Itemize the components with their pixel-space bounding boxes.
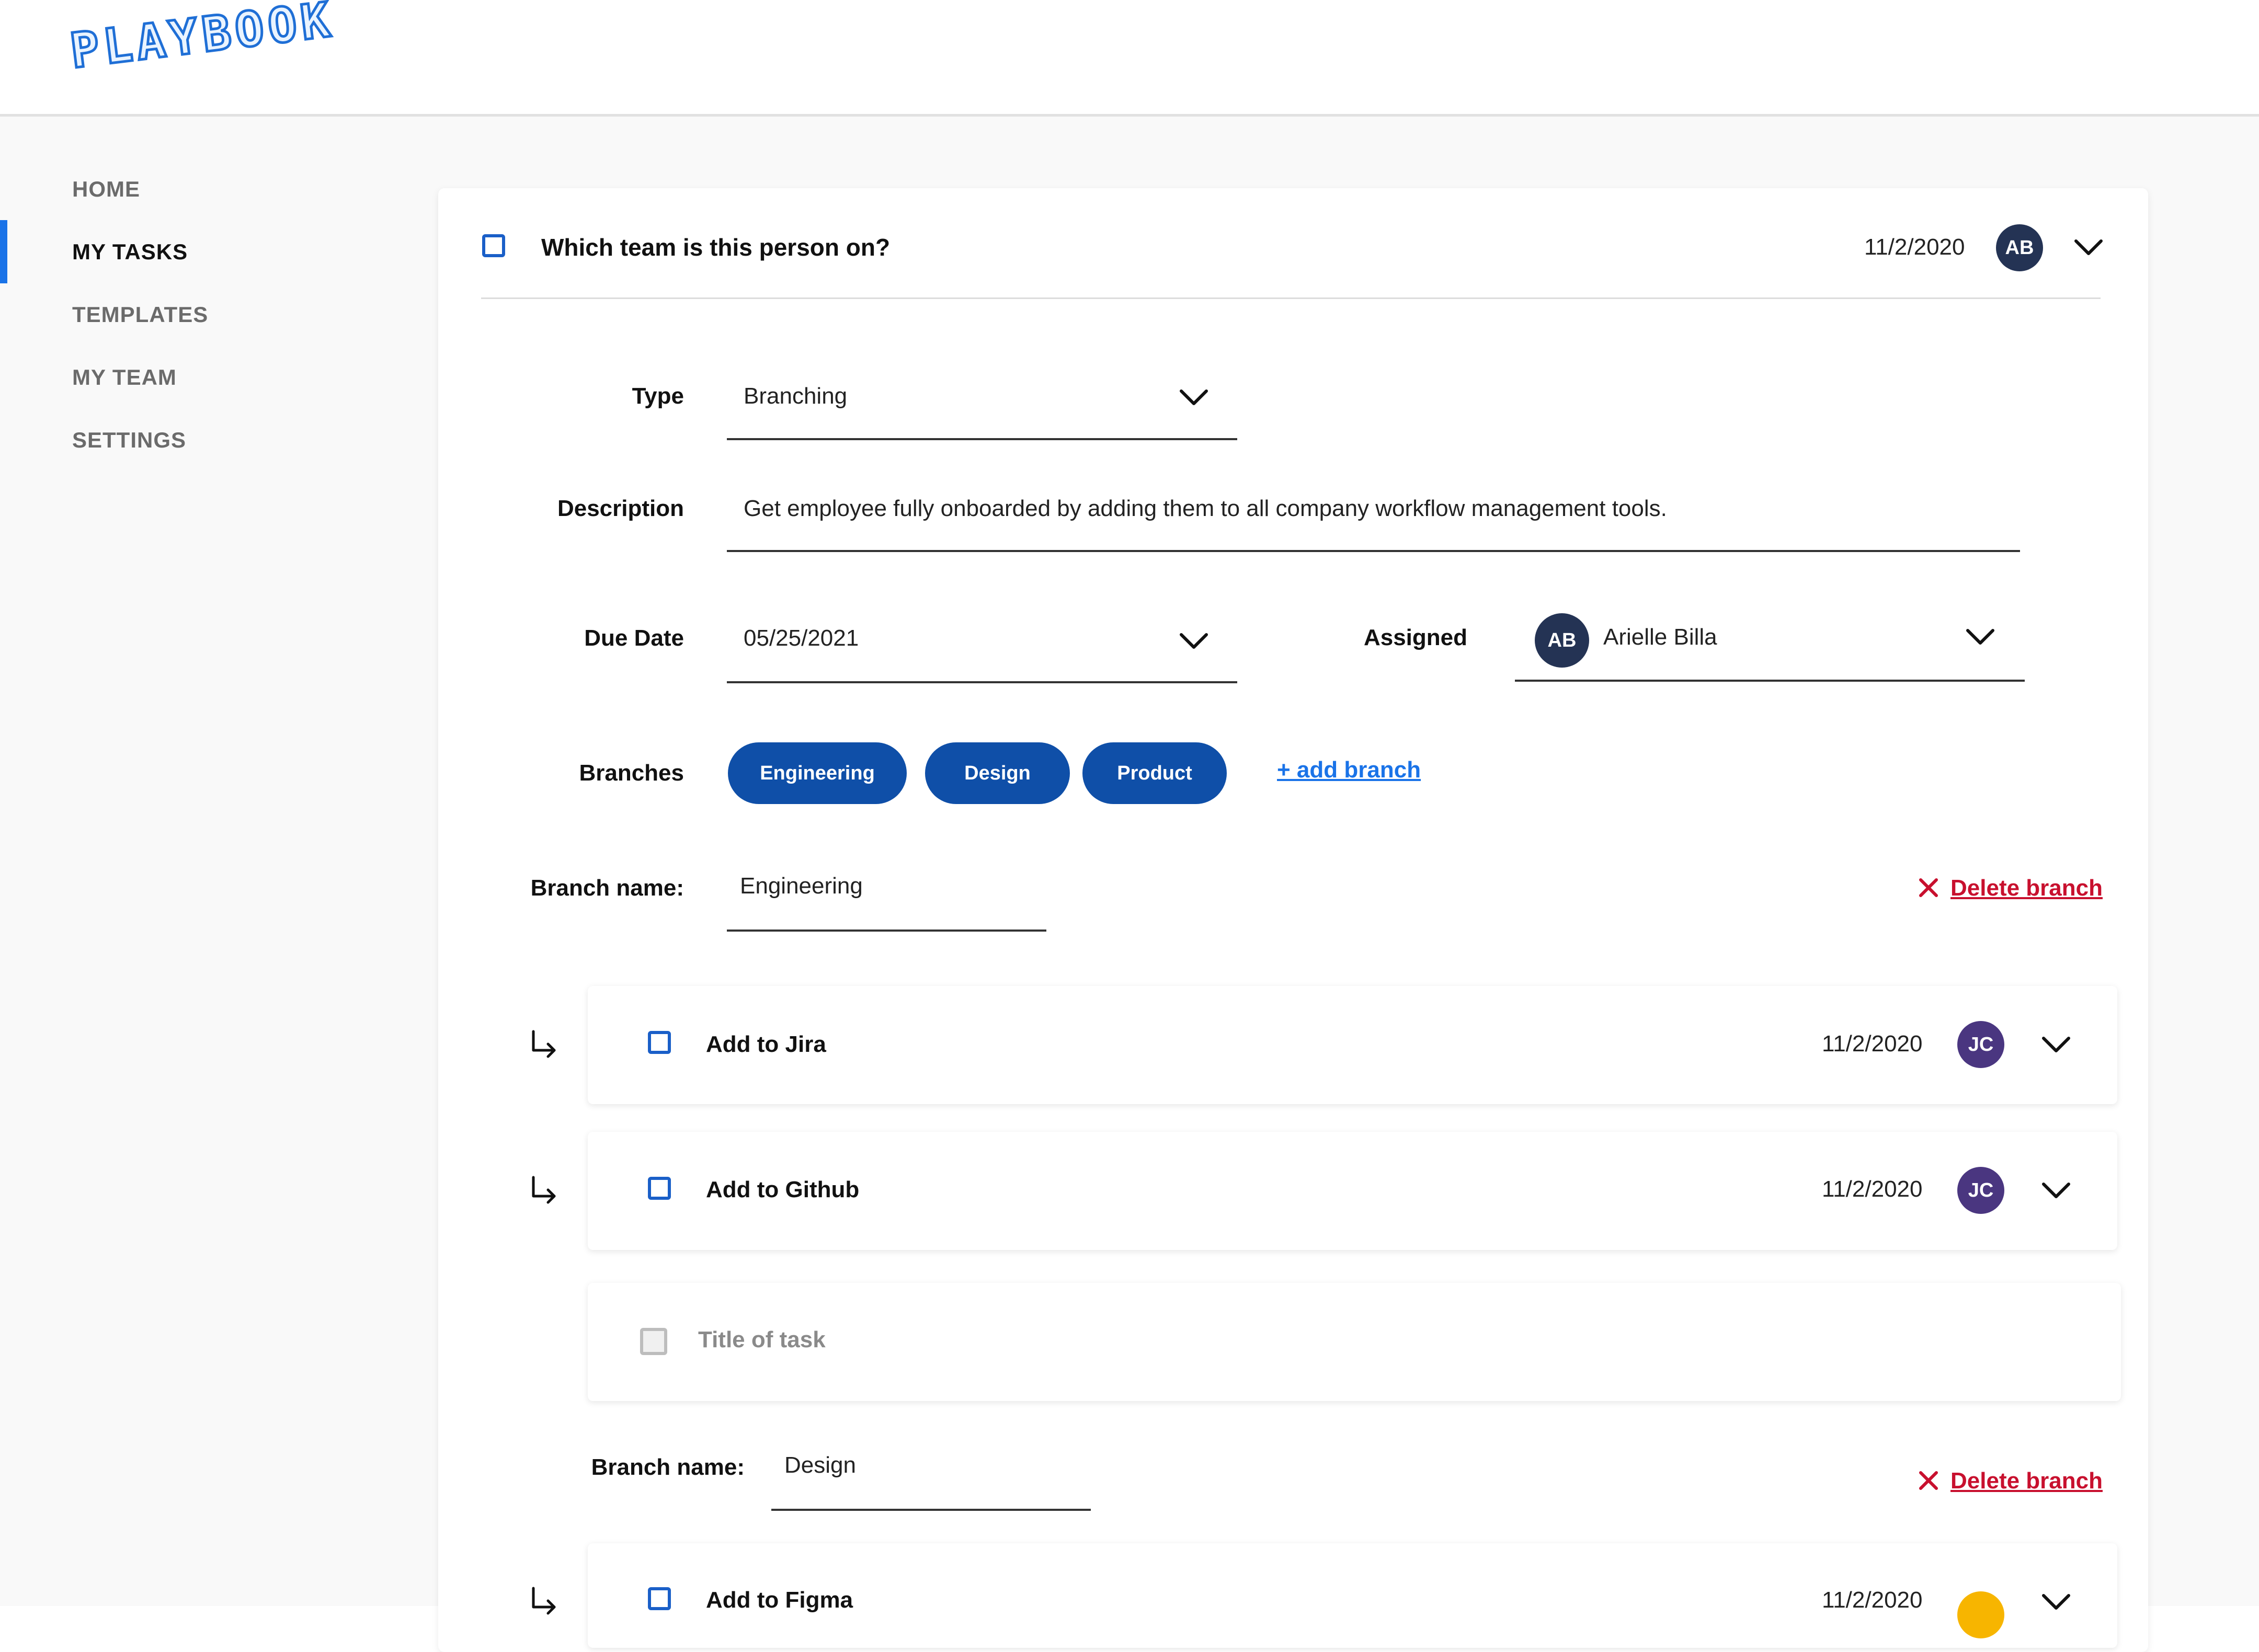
- description-underline: [727, 550, 2020, 552]
- branch-name-label: Branch name:: [591, 1454, 745, 1480]
- sidebar-item-home[interactable]: HOME: [72, 177, 140, 202]
- delete-branch-close-icon[interactable]: [1918, 1470, 1939, 1491]
- type-chevron-down-icon[interactable]: [1178, 387, 1210, 408]
- assigned-name[interactable]: Arielle Billa: [1603, 624, 1717, 650]
- task-title: Which team is this person on?: [541, 234, 891, 261]
- subtask-assignee-avatar: JC: [1957, 1167, 2004, 1214]
- branch-name-input[interactable]: Design: [784, 1452, 856, 1478]
- task-detail-card: [438, 188, 2148, 1652]
- subtask-date: 11/2/2020: [1822, 1176, 1923, 1202]
- subtask-title: Add to Jira: [706, 1031, 826, 1057]
- subtask-assignee-avatar: JC: [1957, 1021, 2004, 1068]
- subtask-chevron-down-icon[interactable]: [2040, 1180, 2072, 1201]
- task-header-divider: [481, 297, 2101, 299]
- branch-name-underline: [771, 1509, 1091, 1511]
- sidebar-item-settings[interactable]: SETTINGS: [72, 428, 186, 453]
- subtask-arrow-icon: [532, 1176, 556, 1204]
- new-subtask-title-placeholder[interactable]: Title of task: [698, 1327, 826, 1353]
- type-underline: [727, 438, 1237, 440]
- assigned-underline: [1515, 680, 2025, 682]
- subtask-assignee-avatar: [1957, 1591, 2004, 1638]
- assigned-label: Assigned: [1363, 625, 1467, 650]
- subtask-date: 11/2/2020: [1822, 1587, 1923, 1613]
- task-checkbox[interactable]: [482, 234, 505, 257]
- branch-name-label: Branch name:: [530, 875, 684, 901]
- assigned-chevron-down-icon[interactable]: [1965, 626, 1996, 647]
- due-date-chevron-down-icon[interactable]: [1178, 630, 1210, 651]
- add-branch-link[interactable]: + add branch: [1277, 757, 1421, 783]
- subtask-checkbox[interactable]: [648, 1587, 671, 1610]
- branch-pill-engineering[interactable]: Engineering: [728, 742, 907, 804]
- delete-branch-close-icon[interactable]: [1918, 877, 1939, 898]
- subtask-title: Add to Figma: [706, 1587, 853, 1613]
- task-chevron-down-icon[interactable]: [2073, 237, 2104, 258]
- delete-branch-link[interactable]: Delete branch: [1950, 1468, 2103, 1494]
- subtask-chevron-down-icon[interactable]: [2040, 1591, 2072, 1612]
- assigned-avatar: AB: [1535, 613, 1589, 668]
- due-date-input[interactable]: 05/25/2021: [744, 625, 859, 651]
- due-date-label: Due Date: [584, 625, 684, 651]
- branch-pill-product[interactable]: Product: [1082, 742, 1227, 804]
- sidebar: [0, 117, 391, 1606]
- task-date: 11/2/2020: [1864, 234, 1965, 260]
- description-input[interactable]: Get employee fully onboarded by adding t…: [744, 496, 1667, 522]
- subtask-date: 11/2/2020: [1822, 1031, 1923, 1057]
- branches-label: Branches: [579, 760, 684, 786]
- active-nav-indicator: [0, 220, 7, 283]
- branch-pill-design[interactable]: Design: [925, 742, 1070, 804]
- type-label: Type: [632, 383, 684, 409]
- subtask-arrow-icon: [532, 1030, 556, 1058]
- subtask-arrow-icon: [532, 1587, 556, 1615]
- due-date-underline: [727, 681, 1237, 683]
- branch-name-underline: [727, 930, 1046, 932]
- sidebar-item-my-team[interactable]: MY TEAM: [72, 365, 177, 390]
- app-header: [0, 0, 2259, 117]
- sidebar-item-my-tasks[interactable]: MY TASKS: [72, 239, 188, 265]
- delete-branch-link[interactable]: Delete branch: [1950, 875, 2103, 901]
- task-assignee-avatar: AB: [1996, 224, 2043, 271]
- branch-name-input[interactable]: Engineering: [740, 873, 863, 899]
- subtask-title: Add to Github: [706, 1177, 860, 1202]
- type-select-value[interactable]: Branching: [744, 383, 847, 409]
- description-label: Description: [557, 496, 684, 521]
- subtask-checkbox[interactable]: [648, 1177, 671, 1200]
- new-subtask-checkbox: [640, 1328, 667, 1355]
- sidebar-item-templates[interactable]: TEMPLATES: [72, 302, 208, 327]
- subtask-checkbox[interactable]: [648, 1031, 671, 1054]
- subtask-chevron-down-icon[interactable]: [2040, 1034, 2072, 1055]
